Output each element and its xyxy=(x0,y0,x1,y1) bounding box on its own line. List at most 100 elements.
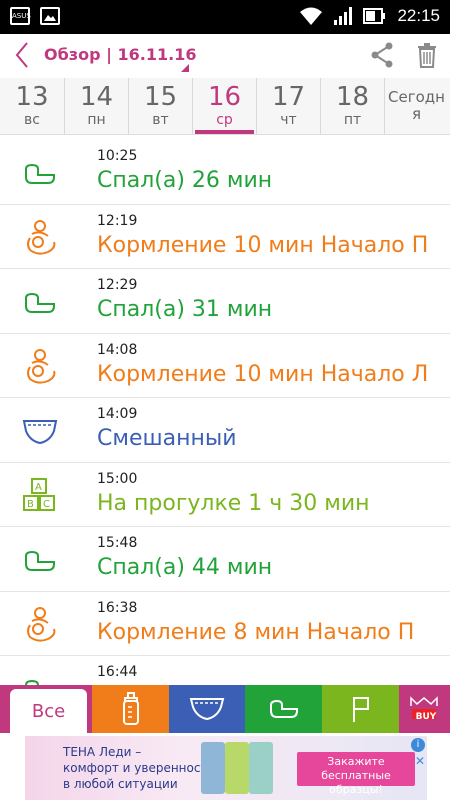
event-row[interactable]: 10:25 Спал(а) 26 мин xyxy=(0,140,450,205)
event-time: 14:09 xyxy=(97,406,138,422)
bottle-icon xyxy=(122,692,139,725)
share-icon[interactable] xyxy=(370,42,394,68)
tab-all-label: Все xyxy=(31,700,66,722)
clock: 22:15 xyxy=(397,6,440,25)
ad-line-3: в любой ситуации xyxy=(63,777,178,791)
asus-label: ASUS xyxy=(12,12,31,20)
event-time: 15:48 xyxy=(97,535,138,551)
event-text: Смешанный xyxy=(97,426,237,451)
day-number: 15 xyxy=(143,82,178,112)
filter-tab-bar: Все BUY xyxy=(0,685,450,733)
day-tab-today[interactable]: Сегодн я xyxy=(384,78,448,134)
ad-text: ТЕНА Леди – комфорт и уверенность в любо… xyxy=(63,744,215,792)
tab-diaper[interactable] xyxy=(169,685,246,733)
event-row[interactable]: 15:48 Спал(а) 44 мин xyxy=(0,527,450,592)
asus-notification-icon: ASUS xyxy=(10,7,31,25)
crib-icon xyxy=(269,699,298,718)
diaper-icon xyxy=(190,698,225,721)
event-text: Спал(а) 44 мин xyxy=(97,555,273,580)
event-time: 10:25 xyxy=(97,148,138,164)
crib-icon xyxy=(25,292,55,313)
buy-label: BUY xyxy=(415,712,437,722)
event-text: Спал(а) 26 мин xyxy=(97,168,273,193)
day-of-week: ср xyxy=(216,112,233,128)
ad-cta-button[interactable]: Закажите бесплатные образцы! xyxy=(297,752,415,796)
mother-child-icon xyxy=(27,348,56,384)
ad-product-image xyxy=(249,742,273,794)
event-row[interactable]: 16:44 xyxy=(0,656,450,685)
svg-text:C: C xyxy=(43,499,50,510)
page-title[interactable]: Обзор | 16.11.16 xyxy=(44,45,196,64)
day-of-week: пт xyxy=(343,112,362,128)
flag-icon xyxy=(352,697,369,722)
title-dropdown-indicator xyxy=(181,64,189,72)
ad-info-icon[interactable]: i xyxy=(411,738,425,752)
event-row[interactable]: 12:29 Спал(а) 31 мин xyxy=(0,269,450,334)
event-list: 10:25 Спал(а) 26 мин 12:19 Кормление 10 … xyxy=(0,140,450,685)
day-tab-16-selected[interactable]: 16 ср xyxy=(192,78,256,134)
event-time: 16:38 xyxy=(97,599,138,616)
event-row[interactable]: 14:09 Смешанный xyxy=(0,398,450,463)
event-text: Кормление 8 мин Начало П xyxy=(97,619,415,645)
ad-cta-line-2: образцы! xyxy=(329,783,383,796)
day-tab-13[interactable]: 13 вс xyxy=(0,78,64,134)
day-tab-14[interactable]: 14 пн xyxy=(64,78,128,134)
event-time: 16:44 xyxy=(97,664,138,680)
gallery-notification-icon xyxy=(40,7,60,25)
status-bar: ASUS 22:15 xyxy=(0,0,450,34)
ad-banner[interactable]: ТЕНА Леди – комфорт и уверенность в любо… xyxy=(0,733,450,800)
tab-sleep[interactable] xyxy=(245,685,323,733)
ad-line-1: ТЕНА Леди – xyxy=(63,745,142,759)
tab-buy[interactable]: BUY xyxy=(398,685,450,733)
day-tab-18[interactable]: 18 пт xyxy=(320,78,384,134)
day-of-week: чт xyxy=(280,112,297,128)
svg-text:A: A xyxy=(35,482,42,493)
event-text: На прогулке 1 ч 30 мин xyxy=(97,490,370,516)
day-number: 13 xyxy=(15,82,49,112)
day-number: 17 xyxy=(271,82,306,112)
back-chevron-icon[interactable] xyxy=(12,40,32,70)
ad-product-image xyxy=(201,742,225,794)
wifi-icon xyxy=(300,7,323,25)
tab-all[interactable]: Все xyxy=(10,689,88,733)
day-tab-17[interactable]: 17 чт xyxy=(256,78,320,134)
day-number: 18 xyxy=(335,82,370,112)
ad-line-2: комфорт и уверенность xyxy=(63,761,215,775)
signal-icon xyxy=(334,7,353,25)
day-of-week: вт xyxy=(152,112,169,128)
day-selector: 13 вс 14 пн 15 вт 16 ср 17 чт 18 пт Сегодн я xyxy=(0,78,450,135)
ad-close-icon[interactable]: ✕ xyxy=(415,754,425,768)
crib-icon xyxy=(25,163,55,184)
crib-icon xyxy=(25,550,55,571)
crib-icon xyxy=(25,679,39,685)
svg-text:B: B xyxy=(27,499,34,510)
tab-activity[interactable] xyxy=(322,685,399,733)
event-row[interactable]: 14:08 Кормление 10 мин Начало Л xyxy=(0,334,450,398)
event-text: Кормление 10 мин Начало П xyxy=(97,232,429,258)
trash-icon[interactable] xyxy=(416,42,438,68)
day-of-week: вс xyxy=(24,112,40,128)
app-header: Обзор | 16.11.16 xyxy=(0,34,450,79)
mother-child-icon xyxy=(27,606,56,642)
diaper-icon xyxy=(22,420,58,445)
ad-product-image xyxy=(225,742,249,794)
event-row[interactable]: 12:19 Кормление 10 мин Начало П xyxy=(0,205,450,269)
event-row[interactable]: ABC 15:00 На прогулке 1 ч 30 мин xyxy=(0,463,450,527)
abc-blocks-icon: AB C xyxy=(23,477,55,511)
ad-content[interactable]: ТЕНА Леди – комфорт и уверенность в любо… xyxy=(25,736,427,800)
day-number: Сегодн xyxy=(388,88,445,106)
event-text: Кормление 10 мин Начало Л xyxy=(97,361,429,387)
tab-feeding[interactable] xyxy=(92,685,170,733)
event-text: Спал(а) 31 мин xyxy=(97,297,273,322)
day-number: 16 xyxy=(207,82,242,112)
battery-icon xyxy=(363,8,386,24)
event-time: 15:00 xyxy=(97,470,138,487)
mother-child-icon xyxy=(27,219,56,255)
ad-cta-line-1: Закажите бесплатные xyxy=(321,755,391,782)
day-tab-15[interactable]: 15 вт xyxy=(128,78,192,134)
day-of-week: я xyxy=(411,105,422,123)
day-number: 14 xyxy=(79,82,114,112)
event-time: 12:29 xyxy=(97,277,138,293)
event-row[interactable]: 16:38 Кормление 8 мин Начало П xyxy=(0,592,450,656)
event-time: 14:08 xyxy=(97,341,138,358)
